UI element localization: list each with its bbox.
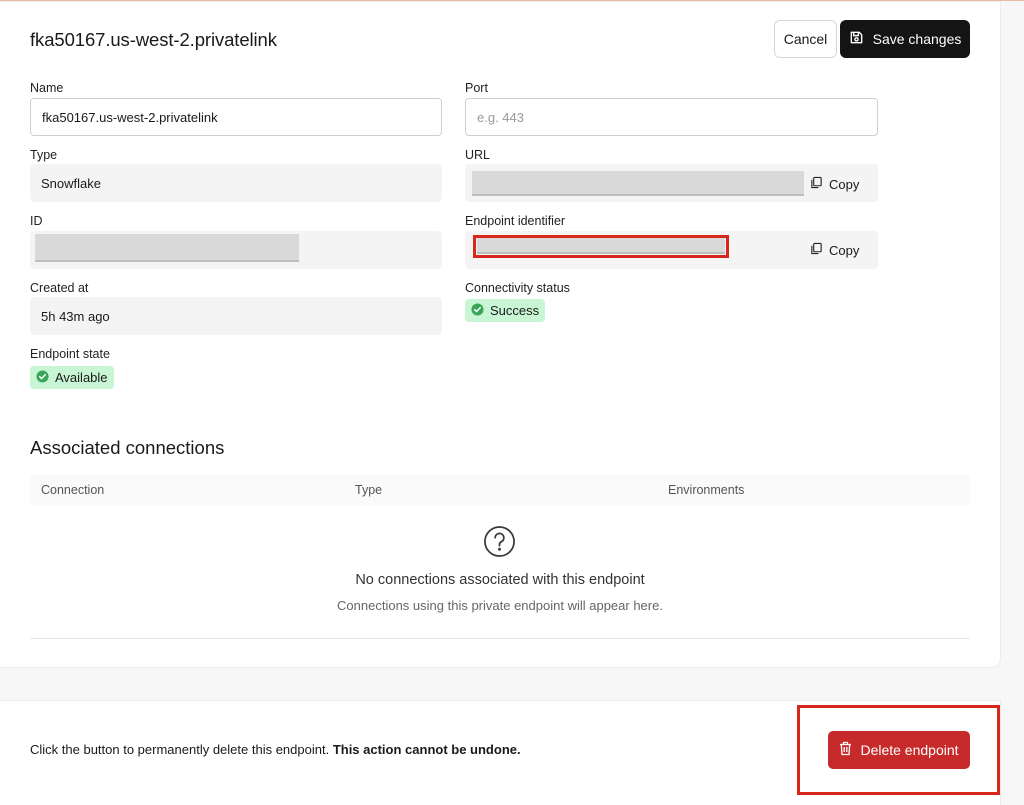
cancel-button[interactable]: Cancel — [774, 20, 837, 58]
check-circle-icon — [36, 369, 49, 386]
save-changes-button[interactable]: Save changes — [840, 20, 970, 58]
name-input[interactable] — [30, 98, 442, 136]
column-header-connection: Connection — [41, 483, 105, 497]
created-at-label: Created at — [30, 281, 89, 295]
empty-state-subtitle: Connections using this private endpoint … — [337, 598, 663, 613]
danger-zone-text: Click the button to permanently delete t… — [30, 742, 521, 757]
annotation-highlight-delete-button — [797, 705, 1000, 795]
port-label: Port — [465, 81, 488, 95]
question-circle-icon — [483, 525, 516, 563]
id-label: ID — [30, 214, 43, 228]
copy-url-label: Copy — [829, 176, 860, 192]
copy-url-button[interactable]: Copy — [810, 176, 859, 192]
connectivity-status-text: Success — [490, 303, 540, 318]
check-circle-icon — [471, 302, 484, 319]
associated-connections-title: Associated connections — [30, 437, 225, 458]
type-label: Type — [30, 148, 58, 162]
save-icon — [849, 30, 864, 48]
column-header-environments: Environments — [668, 483, 745, 497]
copy-endpoint-identifier-button[interactable]: Copy — [810, 242, 859, 258]
connections-table-header: Connection Type Environments — [30, 475, 970, 505]
danger-zone-message: Click the button to permanently delete t… — [30, 742, 330, 757]
type-value: Snowflake — [30, 164, 442, 202]
connectivity-status-badge: Success — [465, 299, 546, 322]
page-title: fka50167.us-west-2.privatelink — [30, 29, 277, 50]
port-input[interactable] — [465, 98, 878, 136]
endpoint-identifier-label: Endpoint identifier — [465, 214, 566, 228]
name-label: Name — [30, 81, 64, 95]
url-redacted-value — [472, 171, 804, 196]
url-label: URL — [465, 148, 491, 162]
empty-state-title: No connections associated with this endp… — [355, 572, 645, 588]
endpoint-state-label: Endpoint state — [30, 347, 110, 361]
copy-endpoint-identifier-label: Copy — [829, 242, 860, 258]
connectivity-status-label: Connectivity status — [465, 281, 570, 295]
id-redacted-value — [35, 234, 299, 262]
endpoint-state-badge: Available — [30, 366, 114, 389]
copy-icon — [810, 242, 823, 258]
endpoint-state-text: Available — [55, 370, 108, 385]
table-bottom-divider — [30, 638, 970, 639]
danger-zone-warning: This action cannot be undone. — [332, 742, 521, 757]
annotation-highlight-endpoint-identifier — [473, 235, 729, 258]
column-header-type: Type — [355, 483, 383, 497]
created-at-value: 5h 43m ago — [30, 297, 442, 335]
copy-icon — [810, 176, 823, 192]
save-changes-label: Save changes — [872, 31, 962, 47]
